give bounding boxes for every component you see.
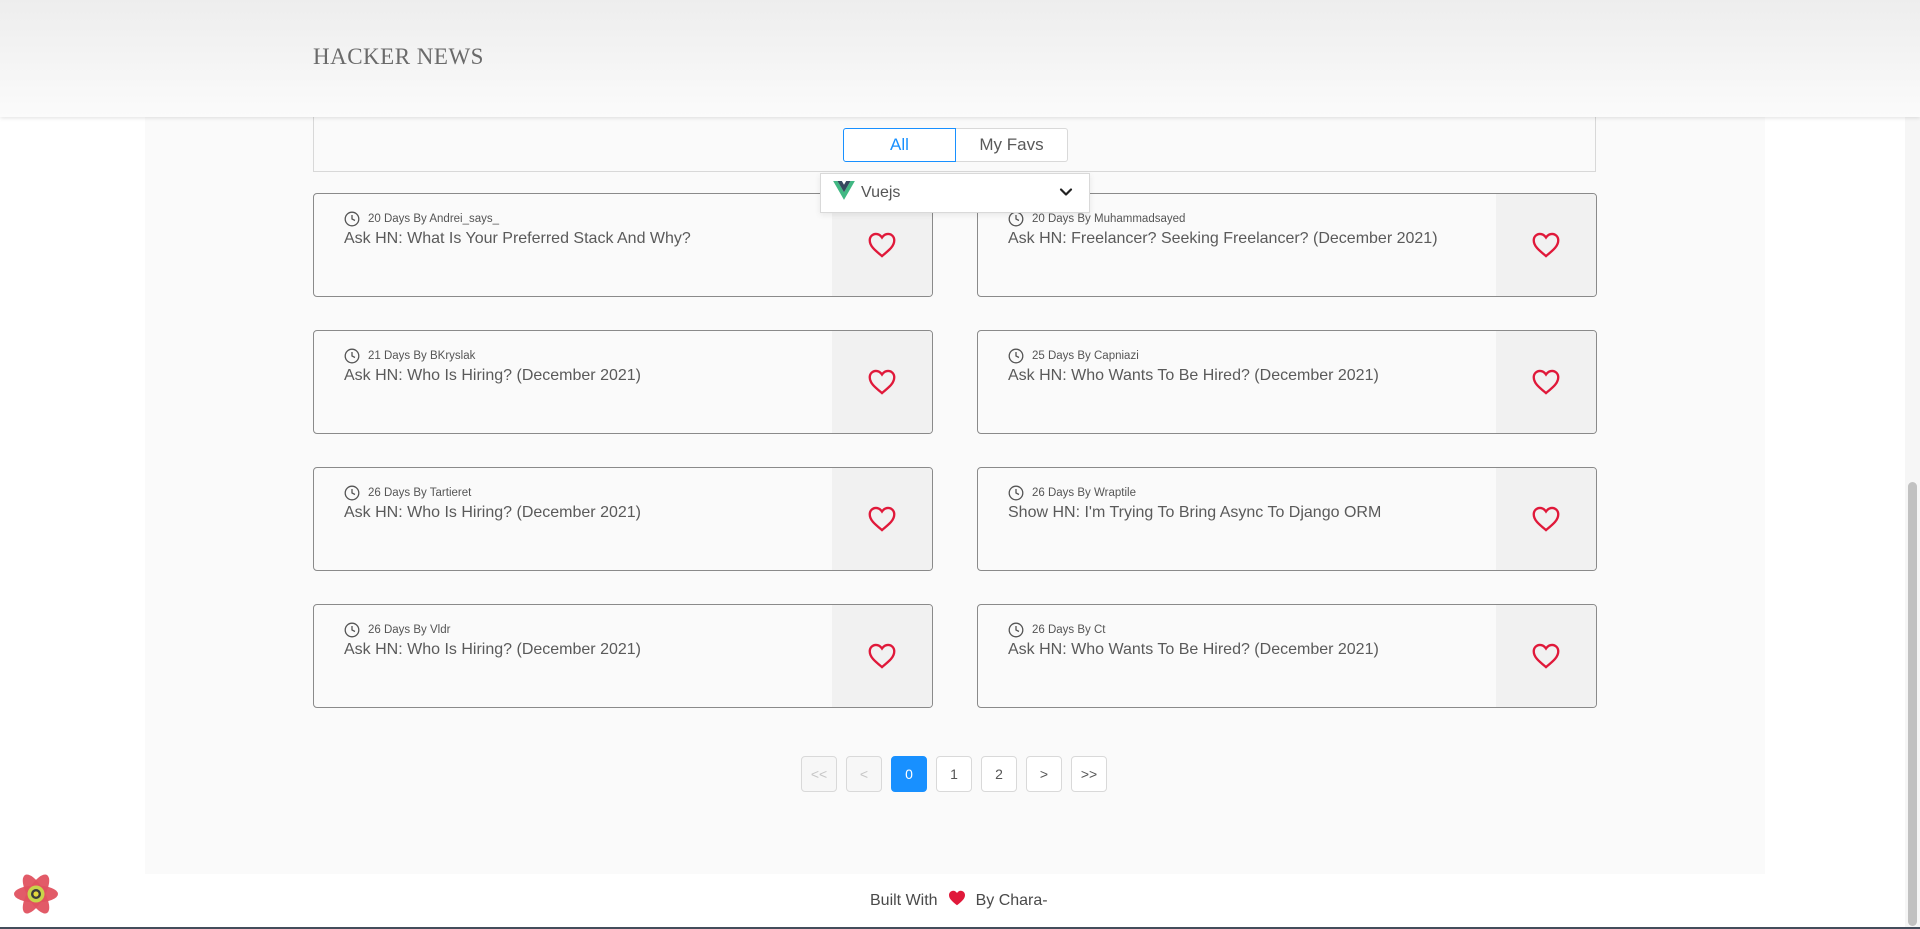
pagination: << < 0 1 2 > >> <box>801 756 1107 792</box>
clock-icon <box>344 348 360 363</box>
tab-my-favs[interactable]: My Favs <box>956 128 1068 162</box>
post-title[interactable]: Ask HN: Freelancer? Seeking Freelancer? … <box>1008 229 1486 249</box>
post-title[interactable]: Ask HN: Who Wants To Be Hired? (December… <box>1008 366 1486 386</box>
clock-icon <box>1008 622 1024 637</box>
next-page-button[interactable]: > <box>1026 756 1062 792</box>
app-header: HACKER NEWS <box>0 0 1920 117</box>
post-title[interactable]: Show HN: I'm Trying To Bring Async To Dj… <box>1008 503 1486 523</box>
chevron-down-icon <box>1059 185 1073 204</box>
clock-icon <box>1008 348 1024 363</box>
post-meta: 20 Days By Andrei_says_ <box>344 210 822 227</box>
favorite-button[interactable] <box>1496 468 1596 570</box>
post-card[interactable]: 26 Days By Vldr Ask HN: Who Is Hiring? (… <box>313 604 933 708</box>
framework-select[interactable]: Vuejs <box>820 173 1090 213</box>
favorite-button[interactable] <box>1496 605 1596 707</box>
post-title[interactable]: Ask HN: What Is Your Preferred Stack And… <box>344 229 822 249</box>
vue-logo-icon <box>833 181 855 205</box>
post-meta-text: 26 Days By Ct <box>1032 623 1106 636</box>
footer: Built With By Chara- <box>870 890 1048 911</box>
favorite-button[interactable] <box>832 468 932 570</box>
post-meta: 26 Days By Ct <box>1008 621 1486 638</box>
filter-bar: All My Favs <box>313 117 1596 172</box>
post-meta-text: 26 Days By Wraptile <box>1032 486 1136 499</box>
framework-select-value: Vuejs <box>861 184 901 201</box>
scrollbar-track[interactable] <box>1905 0 1920 929</box>
last-page-button[interactable]: >> <box>1071 756 1107 792</box>
favorite-button[interactable] <box>832 605 932 707</box>
brand-title[interactable]: HACKER NEWS <box>313 44 484 70</box>
heart-outline-icon <box>1532 369 1560 395</box>
clock-icon <box>1008 485 1024 500</box>
clock-icon <box>344 485 360 500</box>
post-card[interactable]: 21 Days By BKryslak Ask HN: Who Is Hirin… <box>313 330 933 434</box>
post-meta-text: 26 Days By Tartieret <box>368 486 472 499</box>
post-card[interactable]: 26 Days By Wraptile Show HN: I'm Trying … <box>977 467 1597 571</box>
post-meta: 25 Days By Capniazi <box>1008 347 1486 364</box>
favorite-button[interactable] <box>1496 331 1596 433</box>
heart-outline-icon <box>1532 506 1560 532</box>
footer-suffix: By Chara- <box>975 891 1048 909</box>
react-devtools-icon[interactable] <box>12 871 60 922</box>
post-card[interactable]: 26 Days By Ct Ask HN: Who Wants To Be Hi… <box>977 604 1597 708</box>
heart-outline-icon <box>868 232 896 258</box>
footer-prefix: Built With <box>870 891 938 909</box>
prev-page-button[interactable]: < <box>846 756 882 792</box>
heart-filled-icon <box>948 890 966 911</box>
heart-outline-icon <box>868 506 896 532</box>
post-title[interactable]: Ask HN: Who Is Hiring? (December 2021) <box>344 640 822 660</box>
post-card[interactable]: 26 Days By Tartieret Ask HN: Who Is Hiri… <box>313 467 933 571</box>
post-meta-text: 20 Days By Andrei_says_ <box>368 212 500 225</box>
post-title[interactable]: Ask HN: Who Wants To Be Hired? (December… <box>1008 640 1486 660</box>
favorite-button[interactable] <box>1496 194 1596 296</box>
post-meta-text: 20 Days By Muhammadsayed <box>1032 212 1186 225</box>
heart-outline-icon <box>1532 643 1560 669</box>
scrollbar-thumb[interactable] <box>1908 482 1917 926</box>
post-meta: 21 Days By BKryslak <box>344 347 822 364</box>
post-meta: 26 Days By Vldr <box>344 621 822 638</box>
post-meta-text: 26 Days By Vldr <box>368 623 451 636</box>
first-page-button[interactable]: << <box>801 756 837 792</box>
page-button-2[interactable]: 2 <box>981 756 1017 792</box>
favorite-button[interactable] <box>832 331 932 433</box>
heart-outline-icon <box>868 369 896 395</box>
post-card[interactable]: 25 Days By Capniazi Ask HN: Who Wants To… <box>977 330 1597 434</box>
clock-icon <box>344 622 360 637</box>
heart-outline-icon <box>868 643 896 669</box>
page-button-0[interactable]: 0 <box>891 756 927 792</box>
post-meta: 26 Days By Tartieret <box>344 484 822 501</box>
tab-all[interactable]: All <box>843 128 956 162</box>
page-button-1[interactable]: 1 <box>936 756 972 792</box>
post-title[interactable]: Ask HN: Who Is Hiring? (December 2021) <box>344 503 822 523</box>
clock-icon <box>344 211 360 226</box>
post-meta-text: 21 Days By BKryslak <box>368 349 476 362</box>
post-meta: 26 Days By Wraptile <box>1008 484 1486 501</box>
post-meta-text: 25 Days By Capniazi <box>1032 349 1139 362</box>
view-toggle: All My Favs <box>843 128 1068 162</box>
post-title[interactable]: Ask HN: Who Is Hiring? (December 2021) <box>344 366 822 386</box>
heart-outline-icon <box>1532 232 1560 258</box>
